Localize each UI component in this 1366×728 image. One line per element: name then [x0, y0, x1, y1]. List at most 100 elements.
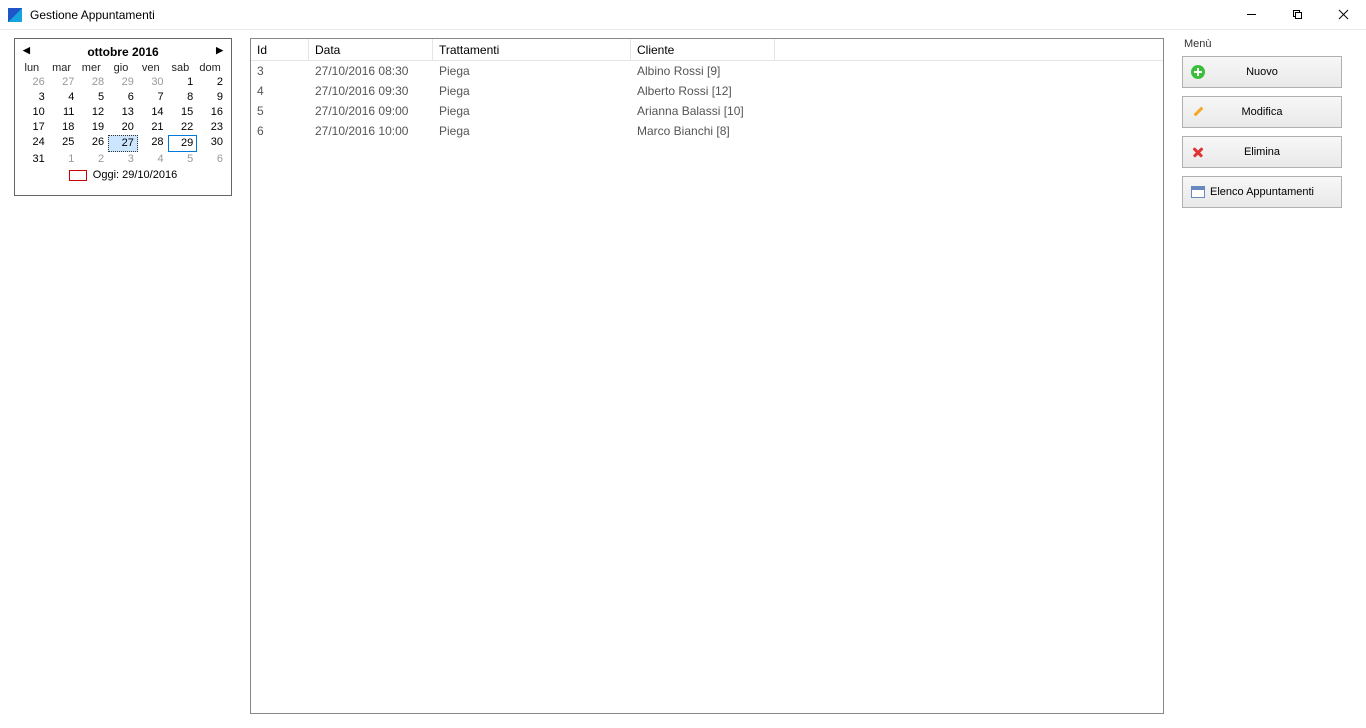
cell-data: 27/10/2016 09:00	[309, 101, 433, 121]
calendar-day[interactable]: 4	[138, 152, 168, 167]
calendar-dow: gio	[108, 61, 138, 75]
cell-trat: Piega	[433, 61, 631, 81]
calendar-day[interactable]: 3	[108, 152, 138, 167]
cell-trat: Piega	[433, 121, 631, 141]
calendar-dow: ven	[138, 61, 168, 75]
calendar-day[interactable]: 28	[138, 135, 168, 152]
cell-id: 4	[251, 81, 309, 101]
nuovo-label: Nuovo	[1207, 66, 1335, 78]
plus-icon	[1189, 65, 1207, 79]
calendar-day[interactable]: 25	[49, 135, 79, 152]
cell-cli: Alberto Rossi [12]	[631, 81, 775, 101]
calendar-next-button[interactable]: ▶	[216, 45, 223, 56]
calendar-day[interactable]: 11	[49, 105, 79, 120]
calendar-today-label: Oggi: 29/10/2016	[93, 169, 177, 181]
list-header: Id Data Trattamenti Cliente	[251, 39, 1163, 61]
delete-icon	[1189, 145, 1207, 159]
calendar-day[interactable]: 15	[168, 105, 198, 120]
calendar-day[interactable]: 5	[168, 152, 198, 167]
pencil-icon	[1189, 105, 1207, 119]
col-header-data[interactable]: Data	[309, 39, 433, 60]
calendar-day[interactable]: 17	[19, 120, 49, 135]
cell-data: 27/10/2016 09:30	[309, 81, 433, 101]
window-title: Gestione Appuntamenti	[30, 8, 1228, 22]
cell-empty	[775, 81, 1163, 101]
calendar-dow: sab	[168, 61, 198, 75]
table-row[interactable]: 627/10/2016 10:00PiegaMarco Bianchi [8]	[251, 121, 1163, 141]
calendar-dow: mer	[78, 61, 108, 75]
cell-id: 6	[251, 121, 309, 141]
calendar-day[interactable]: 26	[19, 75, 49, 90]
table-row[interactable]: 327/10/2016 08:30PiegaAlbino Rossi [9]	[251, 61, 1163, 81]
calendar-day[interactable]: 30	[197, 135, 227, 152]
col-header-empty	[775, 39, 1163, 60]
elenco-button[interactable]: Elenco Appuntamenti	[1182, 176, 1342, 208]
calendar-day[interactable]: 19	[78, 120, 108, 135]
menu-label: Menù	[1184, 38, 1352, 50]
table-row[interactable]: 427/10/2016 09:30PiegaAlberto Rossi [12]	[251, 81, 1163, 101]
calendar-day[interactable]: 29	[168, 135, 198, 152]
calendar-dow: lun	[19, 61, 49, 75]
table-row[interactable]: 527/10/2016 09:00PiegaArianna Balassi [1…	[251, 101, 1163, 121]
calendar-day[interactable]: 27	[49, 75, 79, 90]
calendar-day[interactable]: 24	[19, 135, 49, 152]
calendar-day[interactable]: 28	[78, 75, 108, 90]
cell-empty	[775, 61, 1163, 81]
calendar-prev-button[interactable]: ◀	[23, 45, 30, 56]
calendar-day[interactable]: 1	[168, 75, 198, 90]
calendar-dow: mar	[49, 61, 79, 75]
calendar-day[interactable]: 16	[197, 105, 227, 120]
calendar-dow: dom	[197, 61, 227, 75]
calendar-day[interactable]: 29	[108, 75, 138, 90]
calendar-day[interactable]: 7	[138, 90, 168, 105]
calendar-day[interactable]: 1	[49, 152, 79, 167]
side-menu: Menù Nuovo Modifica Elimina Elenco Appun…	[1182, 38, 1352, 714]
calendar-day[interactable]: 21	[138, 120, 168, 135]
cell-data: 27/10/2016 10:00	[309, 121, 433, 141]
elenco-label: Elenco Appuntamenti	[1207, 186, 1335, 198]
calendar-day[interactable]: 14	[138, 105, 168, 120]
cell-cli: Arianna Balassi [10]	[631, 101, 775, 121]
titlebar: Gestione Appuntamenti	[0, 0, 1366, 30]
maximize-button[interactable]	[1274, 0, 1320, 30]
close-button[interactable]	[1320, 0, 1366, 30]
calendar-day[interactable]: 27	[108, 135, 138, 152]
calendar-day[interactable]: 9	[197, 90, 227, 105]
cell-trat: Piega	[433, 81, 631, 101]
calendar-icon	[1189, 186, 1207, 198]
cell-cli: Albino Rossi [9]	[631, 61, 775, 81]
elimina-button[interactable]: Elimina	[1182, 136, 1342, 168]
col-header-cli[interactable]: Cliente	[631, 39, 775, 60]
elimina-label: Elimina	[1207, 146, 1335, 158]
minimize-button[interactable]	[1228, 0, 1274, 30]
calendar-day[interactable]: 26	[78, 135, 108, 152]
nuovo-button[interactable]: Nuovo	[1182, 56, 1342, 88]
calendar-day[interactable]: 6	[197, 152, 227, 167]
calendar-day[interactable]: 30	[138, 75, 168, 90]
col-header-id[interactable]: Id	[251, 39, 309, 60]
col-header-trat[interactable]: Trattamenti	[433, 39, 631, 60]
calendar-day[interactable]: 13	[108, 105, 138, 120]
modifica-button[interactable]: Modifica	[1182, 96, 1342, 128]
calendar-day[interactable]: 12	[78, 105, 108, 120]
calendar-day[interactable]: 18	[49, 120, 79, 135]
calendar-day[interactable]: 10	[19, 105, 49, 120]
calendar-day[interactable]: 22	[168, 120, 198, 135]
calendar-day[interactable]: 20	[108, 120, 138, 135]
calendar-day[interactable]: 2	[78, 152, 108, 167]
calendar-day[interactable]: 8	[168, 90, 198, 105]
app-icon	[8, 8, 22, 22]
calendar-day[interactable]: 4	[49, 90, 79, 105]
calendar-title: ottobre 2016	[87, 45, 158, 59]
cell-trat: Piega	[433, 101, 631, 121]
calendar-day[interactable]: 3	[19, 90, 49, 105]
appointments-list: Id Data Trattamenti Cliente 327/10/2016 …	[250, 38, 1164, 714]
calendar-header: ◀ ottobre 2016 ▶	[19, 43, 227, 61]
calendar-day[interactable]: 5	[78, 90, 108, 105]
calendar-footer[interactable]: Oggi: 29/10/2016	[19, 169, 227, 181]
calendar-day[interactable]: 31	[19, 152, 49, 167]
calendar-day[interactable]: 2	[197, 75, 227, 90]
calendar-day[interactable]: 6	[108, 90, 138, 105]
cell-empty	[775, 121, 1163, 141]
calendar-day[interactable]: 23	[197, 120, 227, 135]
